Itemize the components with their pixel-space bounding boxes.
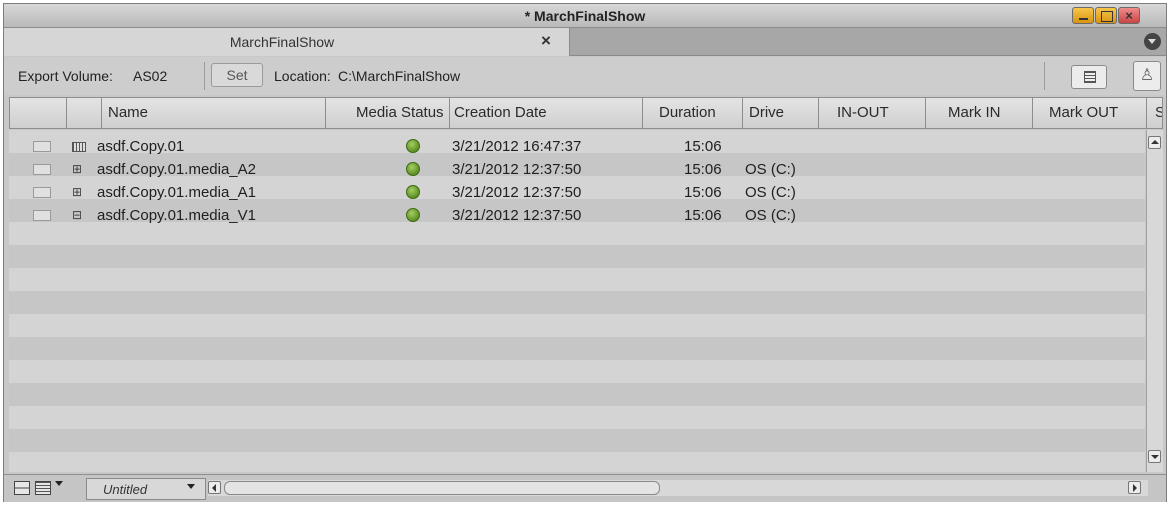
status-online-icon (406, 208, 420, 222)
person-icon: ♙ (1139, 67, 1155, 84)
duration: 15:06 (684, 138, 722, 155)
tab-close-icon[interactable]: × (541, 31, 551, 51)
duration: 15:06 (684, 207, 722, 224)
row-checkbox[interactable] (33, 187, 51, 198)
minimize-button[interactable] (1072, 7, 1094, 24)
table-row[interactable]: asdf.Copy.01 3/21/2012 16:47:37 15:06 (9, 135, 1145, 158)
scroll-right-icon[interactable] (1128, 481, 1141, 494)
text-view-icon[interactable] (35, 481, 51, 495)
chevron-down-icon (187, 484, 195, 489)
status-online-icon (406, 185, 420, 199)
close-icon: × (1125, 8, 1133, 23)
bin-list: asdf.Copy.01 3/21/2012 16:47:37 15:06 ⊞ … (9, 130, 1145, 472)
bin-bottom-bar: Untitled (4, 474, 1166, 502)
export-info-bar: Export Volume: AS02 Set Location: C:\Mar… (4, 57, 1166, 95)
row-checkbox[interactable] (33, 164, 51, 175)
duration: 15:06 (684, 184, 722, 201)
divider (1044, 62, 1045, 90)
column-header: Name Media Status Creation Date Duration… (9, 97, 1163, 129)
tab-menu-icon[interactable] (1144, 33, 1161, 50)
creation-date: 3/21/2012 12:37:50 (452, 207, 582, 224)
tab-bar: MarchFinalShow × (4, 28, 1166, 56)
view-menu-chevron-down-icon[interactable] (55, 481, 63, 486)
column-creation-date[interactable]: Creation Date (450, 98, 643, 128)
column-media-status[interactable]: Media Status (326, 98, 450, 128)
scroll-thumb[interactable] (224, 481, 660, 495)
scroll-up-icon[interactable] (1148, 136, 1161, 149)
duration: 15:06 (684, 161, 722, 178)
status-online-icon (406, 162, 420, 176)
row-checkbox[interactable] (33, 210, 51, 221)
creation-date: 3/21/2012 16:47:37 (452, 138, 582, 155)
column-name[interactable]: Name (102, 98, 326, 128)
location-label: Location: (274, 68, 331, 84)
column-icon-header[interactable] (67, 98, 102, 128)
creation-date: 3/21/2012 12:37:50 (452, 161, 582, 178)
horizontal-scrollbar[interactable] (208, 480, 1148, 496)
row-checkbox[interactable] (33, 141, 51, 152)
user-button[interactable]: ♙ (1133, 61, 1161, 91)
title-bar[interactable]: * MarchFinalShow × (4, 4, 1166, 28)
tab-label: MarchFinalShow (229, 34, 335, 50)
column-duration[interactable]: Duration (643, 98, 743, 128)
close-window-button[interactable]: × (1118, 7, 1140, 24)
clip-name: asdf.Copy.01.media_A2 (97, 161, 256, 178)
window-title: * MarchFinalShow (524, 8, 646, 24)
column-drive[interactable]: Drive (743, 98, 819, 128)
table-row[interactable]: ⊞ asdf.Copy.01.media_A1 3/21/2012 12:37:… (9, 181, 1145, 204)
bin-view-name: Untitled (103, 482, 148, 497)
set-button[interactable]: Set (211, 63, 263, 87)
sequence-icon (72, 142, 86, 152)
drive: OS (C:) (745, 207, 796, 224)
scroll-left-icon[interactable] (208, 481, 221, 494)
scroll-down-icon[interactable] (1148, 450, 1161, 463)
clip-name: asdf.Copy.01 (97, 138, 185, 155)
frame-view-icon[interactable] (14, 481, 30, 495)
column-st[interactable]: St (1147, 98, 1162, 128)
column-mark-out[interactable]: Mark OUT (1033, 98, 1147, 128)
export-volume-value: AS02 (133, 68, 168, 84)
table-row[interactable]: ⊞ asdf.Copy.01.media_A2 3/21/2012 12:37:… (9, 158, 1145, 181)
column-checkbox-header[interactable] (10, 98, 67, 128)
bin-window: * MarchFinalShow × MarchFinalShow × Expo… (3, 3, 1167, 502)
column-mark-in[interactable]: Mark IN (926, 98, 1033, 128)
table-row[interactable]: ⊟ asdf.Copy.01.media_V1 3/21/2012 12:37:… (9, 204, 1145, 227)
maximize-button[interactable] (1095, 7, 1117, 24)
vertical-scrollbar[interactable] (1146, 130, 1163, 472)
tab-marchfinalshow[interactable]: MarchFinalShow × (4, 28, 570, 56)
creation-date: 3/21/2012 12:37:50 (452, 184, 582, 201)
audio-clip-icon: ⊞ (72, 162, 83, 176)
column-in-out[interactable]: IN-OUT (819, 98, 926, 128)
drive: OS (C:) (745, 184, 796, 201)
bin-view-select[interactable]: Untitled (86, 478, 206, 500)
status-online-icon (406, 139, 420, 153)
divider (204, 62, 205, 90)
export-volume-label: Export Volume: (18, 68, 113, 84)
list-icon (1084, 71, 1096, 83)
clip-name: asdf.Copy.01.media_A1 (97, 184, 256, 201)
bin-view-button[interactable] (1071, 65, 1107, 89)
audio-clip-icon: ⊞ (72, 185, 83, 199)
video-clip-icon: ⊟ (72, 208, 83, 222)
location-value: C:\MarchFinalShow (338, 68, 461, 84)
drive: OS (C:) (745, 161, 796, 178)
clip-name: asdf.Copy.01.media_V1 (97, 207, 256, 224)
